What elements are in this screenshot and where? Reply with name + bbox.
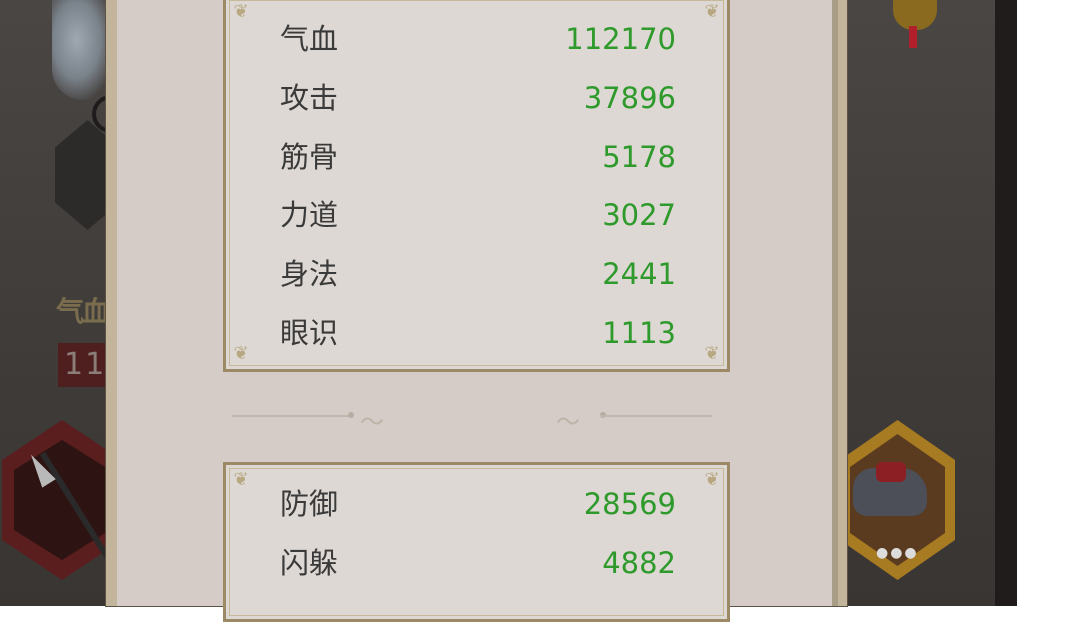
stat-row-constitution: 筋骨 5178 — [280, 137, 676, 177]
stat-value: 112170 — [565, 22, 676, 56]
divider-dot-icon — [348, 412, 354, 418]
primary-stats-box: ❦ ❦ ❦ ❦ 气血 112170 攻击 37896 筋骨 5178 力道 30… — [223, 0, 730, 372]
stat-row-perception: 眼识 1113 — [280, 313, 676, 353]
stat-name: 攻击 — [280, 81, 339, 115]
stat-value: 3027 — [602, 198, 676, 232]
stat-row-attack: 攻击 37896 — [280, 78, 676, 118]
corner-flourish-icon: ❦ — [704, 469, 720, 490]
corner-flourish-icon: ❦ — [233, 1, 249, 22]
stat-value: 4882 — [602, 546, 676, 580]
swirl-ornament-icon: ～ — [556, 408, 580, 436]
divider-line-right — [600, 415, 712, 417]
stat-row-defense: 防御 28569 — [280, 484, 676, 524]
mount-saddle-icon — [876, 462, 906, 482]
stat-value: 2441 — [602, 257, 676, 291]
corner-flourish-icon: ❦ — [704, 343, 720, 364]
stat-row-agility: 身法 2441 — [280, 254, 676, 294]
stat-name: 气血 — [280, 22, 339, 56]
secondary-stats-box: ❦ ❦ 防御 28569 闪躲 4882 — [223, 462, 730, 622]
left-stat-label: 气血 — [56, 295, 110, 328]
tassel-icon — [909, 26, 917, 48]
feather-decoration — [52, 0, 114, 100]
stat-row-strength: 力道 3027 — [280, 195, 676, 235]
corner-flourish-icon: ❦ — [704, 1, 720, 22]
stat-name: 防御 — [280, 487, 339, 521]
stat-value: 28569 — [583, 487, 676, 521]
more-dots-icon: ●●● — [876, 545, 919, 561]
stat-row-dodge: 闪躲 4882 — [280, 543, 676, 583]
stat-name: 闪躲 — [280, 546, 339, 580]
stat-value: 5178 — [602, 140, 676, 174]
swirl-ornament-icon: ～ — [360, 408, 384, 436]
stat-name: 眼识 — [280, 316, 339, 350]
stat-name: 力道 — [280, 198, 339, 232]
stat-name: 筋骨 — [280, 140, 339, 174]
stat-value: 1113 — [602, 316, 676, 350]
stat-name: 身法 — [280, 257, 339, 291]
corner-flourish-icon: ❦ — [233, 469, 249, 490]
stats-panel-edge — [832, 0, 838, 606]
stat-row-hp: 气血 112170 — [280, 19, 676, 59]
right-edge-strip — [995, 0, 1017, 606]
stat-value: 37896 — [583, 81, 676, 115]
corner-flourish-icon: ❦ — [233, 343, 249, 364]
divider-line-left — [232, 415, 350, 417]
